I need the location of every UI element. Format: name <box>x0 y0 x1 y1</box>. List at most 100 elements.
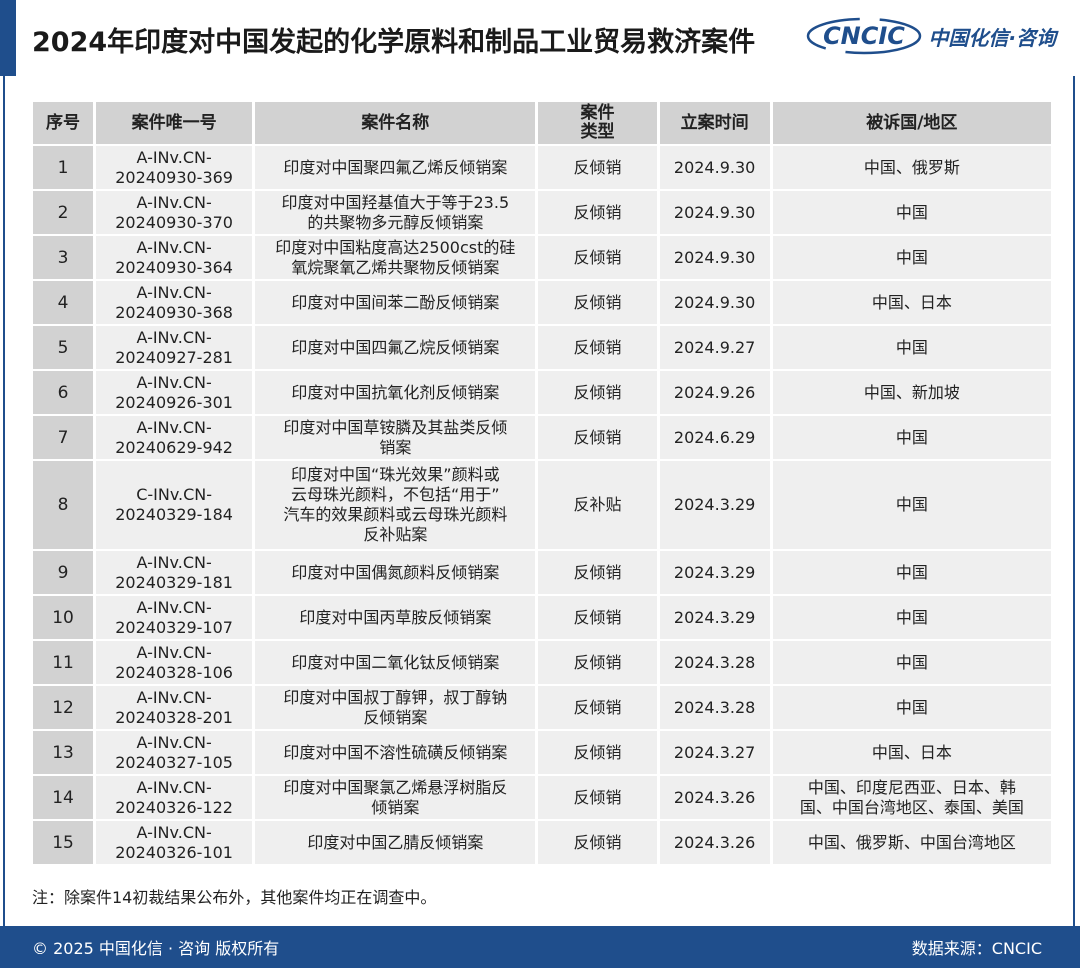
cases-table: 序号 案件唯一号 案件名称 案件 类型 立案时间 被诉国/地区 1 A-INv.CN- 2024… <box>30 100 1054 866</box>
case-name: 印度对中国偶氮颜料反倾销案 <box>255 551 536 594</box>
case-id: A-INv.CN- 20240926-301 <box>96 371 253 414</box>
table-row: 10 A-INv.CN- 20240329-107 印度对中国丙草胺反倾销案 反倾销 20… <box>33 596 1051 639</box>
accent-bar <box>0 0 16 76</box>
case-name: 印度对中国二氧化钛反倾销案 <box>255 641 536 684</box>
case-type: 反倾销 <box>538 821 657 864</box>
row-seq: 13 <box>33 731 94 774</box>
filing-date: 2024.9.30 <box>659 281 770 324</box>
accused-region: 中国、日本 <box>772 731 1051 774</box>
cncic-logo-icon: CNCIC <box>807 17 922 55</box>
case-type: 反倾销 <box>538 191 657 234</box>
logo: CNCIC 中国化信·咨询 <box>806 16 1056 56</box>
case-type: 反倾销 <box>538 551 657 594</box>
row-seq: 2 <box>33 191 94 234</box>
case-type: 反倾销 <box>538 281 657 324</box>
case-name: 印度对中国羟基值大于等于23.5 的共聚物多元醇反倾销案 <box>255 191 536 234</box>
filing-date: 2024.3.28 <box>659 641 770 684</box>
accused-region: 中国 <box>772 326 1051 369</box>
column-header: 立案时间 <box>659 102 770 144</box>
footer-bar: © 2025 中国化信 · 咨询 版权所有 数据来源：CNCIC <box>0 926 1080 968</box>
filing-date: 2024.3.29 <box>659 551 770 594</box>
filing-date: 2024.9.30 <box>659 146 770 189</box>
table-header-row: 序号 案件唯一号 案件名称 案件 类型 立案时间 被诉国/地区 <box>33 102 1051 144</box>
filing-date: 2024.3.26 <box>659 821 770 864</box>
case-id: A-INv.CN- 20240930-370 <box>96 191 253 234</box>
filing-date: 2024.3.29 <box>659 596 770 639</box>
case-name: 印度对中国聚氯乙烯悬浮树脂反 倾销案 <box>255 776 536 819</box>
column-header: 案件唯一号 <box>96 102 253 144</box>
case-id: A-INv.CN- 20240930-368 <box>96 281 253 324</box>
case-type: 反倾销 <box>538 686 657 729</box>
case-id: A-INv.CN- 20240328-201 <box>96 686 253 729</box>
column-header: 案件名称 <box>255 102 536 144</box>
case-type: 反倾销 <box>538 146 657 189</box>
filing-date: 2024.3.28 <box>659 686 770 729</box>
table-row: 4 A-INv.CN- 20240930-368 印度对中国间苯二酚反倾销案 反倾销 20… <box>33 281 1051 324</box>
case-id: A-INv.CN- 20240930-369 <box>96 146 253 189</box>
case-name: 印度对中国乙腈反倾销案 <box>255 821 536 864</box>
table-row: 5 A-INv.CN- 20240927-281 印度对中国四氟乙烷反倾销案 反倾销 20… <box>33 326 1051 369</box>
case-name: 印度对中国“珠光效果”颜料或 云母珠光颜料，不包括“用于” 汽车的效果颜料或云母珠光… <box>255 461 536 549</box>
row-seq: 9 <box>33 551 94 594</box>
case-id: A-INv.CN- 20240927-281 <box>96 326 253 369</box>
row-seq: 6 <box>33 371 94 414</box>
table-row: 12 A-INv.CN- 20240328-201 印度对中国叔丁醇钾，叔丁醇钠 反倾销… <box>33 686 1051 729</box>
accused-region: 中国 <box>772 551 1051 594</box>
case-id: C-INv.CN- 20240329-184 <box>96 461 253 549</box>
column-header: 案件 类型 <box>538 102 657 144</box>
table-row: 1 A-INv.CN- 20240930-369 印度对中国聚四氟乙烯反倾销案 反倾销 2… <box>33 146 1051 189</box>
case-type: 反补贴 <box>538 461 657 549</box>
case-name: 印度对中国叔丁醇钾，叔丁醇钠 反倾销案 <box>255 686 536 729</box>
row-seq: 7 <box>33 416 94 459</box>
filing-date: 2024.3.27 <box>659 731 770 774</box>
row-seq: 10 <box>33 596 94 639</box>
row-seq: 12 <box>33 686 94 729</box>
case-id: A-INv.CN- 20240629-942 <box>96 416 253 459</box>
column-header: 被诉国/地区 <box>772 102 1051 144</box>
row-seq: 1 <box>33 146 94 189</box>
accused-region: 中国、俄罗斯、中国台湾地区 <box>772 821 1051 864</box>
footnote: 注：除案件14初裁结果公布外，其他案件均正在调查中。 <box>32 888 437 907</box>
accused-region: 中国 <box>772 461 1051 549</box>
case-name: 印度对中国草铵膦及其盐类反倾 销案 <box>255 416 536 459</box>
table-row: 9 A-INv.CN- 20240329-181 印度对中国偶氮颜料反倾销案 反倾销 20… <box>33 551 1051 594</box>
accused-region: 中国 <box>772 641 1051 684</box>
case-id: A-INv.CN- 20240326-122 <box>96 776 253 819</box>
table-row: 3 A-INv.CN- 20240930-364 印度对中国粘度高达2500cst的硅… <box>33 236 1051 279</box>
row-seq: 15 <box>33 821 94 864</box>
case-type: 反倾销 <box>538 371 657 414</box>
case-name: 印度对中国间苯二酚反倾销案 <box>255 281 536 324</box>
filing-date: 2024.9.27 <box>659 326 770 369</box>
case-type: 反倾销 <box>538 776 657 819</box>
accused-region: 中国、日本 <box>772 281 1051 324</box>
case-type: 反倾销 <box>538 596 657 639</box>
table-row: 13 A-INv.CN- 20240327-105 印度对中国不溶性硫磺反倾销案 反倾销… <box>33 731 1051 774</box>
accused-region: 中国 <box>772 416 1051 459</box>
case-name: 印度对中国聚四氟乙烯反倾销案 <box>255 146 536 189</box>
logo-text: 中国化信·咨询 <box>928 25 1056 50</box>
table-row: 11 A-INv.CN- 20240328-106 印度对中国二氧化钛反倾销案 反倾销 2… <box>33 641 1051 684</box>
case-name: 印度对中国四氟乙烷反倾销案 <box>255 326 536 369</box>
case-name: 印度对中国丙草胺反倾销案 <box>255 596 536 639</box>
table-body: 1 A-INv.CN- 20240930-369 印度对中国聚四氟乙烯反倾销案 反倾销 2… <box>33 146 1051 864</box>
table-row: 8 C-INv.CN- 20240329-184 印度对中国“珠光效果”颜料或 云母珠光… <box>33 461 1051 549</box>
table-row: 6 A-INv.CN- 20240926-301 印度对中国抗氧化剂反倾销案 反倾销 20… <box>33 371 1051 414</box>
case-id: A-INv.CN- 20240930-364 <box>96 236 253 279</box>
case-name: 印度对中国粘度高达2500cst的硅 氧烷聚氧乙烯共聚物反倾销案 <box>255 236 536 279</box>
column-header: 序号 <box>33 102 94 144</box>
filing-date: 2024.9.30 <box>659 236 770 279</box>
filing-date: 2024.6.29 <box>659 416 770 459</box>
case-name: 印度对中国抗氧化剂反倾销案 <box>255 371 536 414</box>
accused-region: 中国 <box>772 236 1051 279</box>
accused-region: 中国 <box>772 686 1051 729</box>
row-seq: 11 <box>33 641 94 684</box>
case-type: 反倾销 <box>538 416 657 459</box>
accused-region: 中国、印度尼西亚、日本、韩 国、中国台湾地区、泰国、美国 <box>772 776 1051 819</box>
accused-region: 中国、俄罗斯 <box>772 146 1051 189</box>
row-seq: 4 <box>33 281 94 324</box>
case-id: A-INv.CN- 20240329-181 <box>96 551 253 594</box>
page-title: 2024年印度对中国发起的化学原料和制品工业贸易救济案件 <box>32 27 756 58</box>
filing-date: 2024.3.29 <box>659 461 770 549</box>
accused-region: 中国、新加坡 <box>772 371 1051 414</box>
logo-brand: CNCIC <box>823 22 905 50</box>
